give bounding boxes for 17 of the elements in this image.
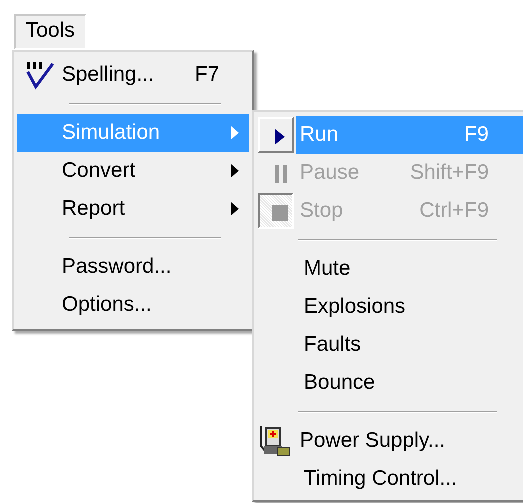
menu-item[interactable]: Explosions bbox=[258, 288, 523, 326]
stop-icon bbox=[272, 205, 288, 221]
menu-item[interactable]: Options... bbox=[17, 286, 249, 324]
menu-item[interactable]: Spelling... F7 bbox=[62, 56, 249, 94]
power-supply-icon bbox=[258, 424, 292, 458]
menu-item[interactable]: Faults bbox=[258, 326, 523, 364]
menu-item[interactable]: Bounce bbox=[258, 364, 523, 402]
menu-item[interactable]: Power Supply... bbox=[296, 422, 523, 460]
menu-title[interactable]: Tools bbox=[14, 14, 88, 50]
pause-icon bbox=[274, 165, 288, 183]
menu-item[interactable]: Password... bbox=[17, 248, 249, 286]
spell-check-icon bbox=[24, 60, 54, 90]
play-icon bbox=[274, 129, 286, 145]
menu-item[interactable]: Mute bbox=[258, 250, 523, 288]
menu-item[interactable]: Report bbox=[17, 190, 249, 228]
menu-item[interactable]: Timing Control... bbox=[258, 460, 523, 498]
menu-item[interactable]: Convert bbox=[17, 152, 249, 190]
